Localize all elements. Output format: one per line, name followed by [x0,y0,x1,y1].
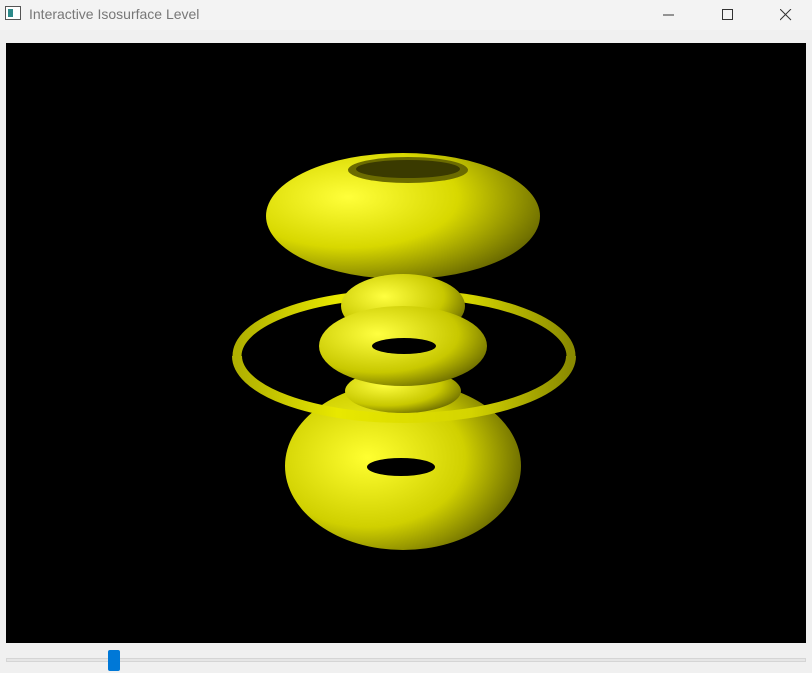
slider-track[interactable] [6,658,806,662]
close-button[interactable] [757,0,812,30]
maximize-icon [722,9,733,20]
minimize-icon [663,14,674,16]
window-title: Interactive Isosurface Level [29,6,200,22]
close-icon [780,9,792,21]
isosurface-render [232,153,576,550]
maximize-button[interactable] [699,0,757,30]
title-bar[interactable]: Interactive Isosurface Level [0,0,812,30]
app-window-icon [5,6,21,20]
slider-handle[interactable] [108,650,120,671]
isosurface-level-slider[interactable] [6,650,806,672]
render-viewport[interactable] [6,43,806,643]
bottom-torus-hole [367,458,435,476]
minimize-button[interactable] [640,0,698,30]
middle-torus-hole [372,338,436,354]
